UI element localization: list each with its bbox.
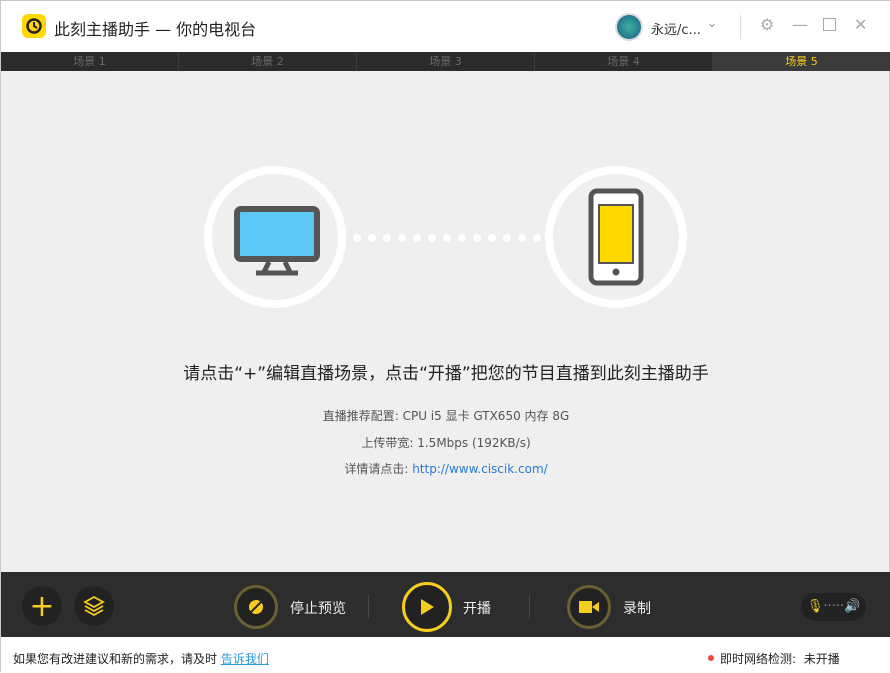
record-button[interactable]	[567, 585, 611, 629]
avatar[interactable]	[615, 13, 643, 41]
scene-tabs: 场景 1 场景 2 场景 3 场景 4 场景 5	[1, 52, 890, 71]
status-dot	[708, 655, 714, 661]
username[interactable]: 永远/c...	[651, 19, 701, 38]
video-camera-icon	[579, 601, 599, 613]
monitor-icon	[234, 206, 320, 276]
connection-dot	[503, 234, 511, 242]
layers-button[interactable]	[74, 586, 114, 626]
connection-dot	[413, 234, 421, 242]
audio-control[interactable]: 🎙·····🔊	[801, 593, 866, 621]
connection-dot	[383, 234, 391, 242]
tab-scene-3[interactable]: 场景 3	[357, 52, 535, 71]
record-label[interactable]: 录制	[623, 598, 651, 618]
minimize-icon[interactable]: —	[792, 15, 808, 34]
eye-off-icon	[249, 600, 263, 614]
add-scene-button[interactable]: +	[22, 586, 62, 626]
divider	[368, 595, 369, 619]
start-live-button[interactable]	[402, 582, 452, 632]
connection-dot	[473, 234, 481, 242]
layers-icon	[83, 595, 105, 617]
chevron-down-icon[interactable]: ⌄	[707, 16, 717, 30]
connection-dot	[368, 234, 376, 242]
divider	[529, 595, 530, 619]
start-live-label[interactable]: 开播	[463, 598, 491, 618]
plus-icon: +	[29, 588, 55, 624]
stop-preview-button[interactable]	[234, 585, 278, 629]
connection-dot	[353, 234, 361, 242]
gear-icon[interactable]: ⚙	[760, 15, 774, 34]
play-icon	[421, 599, 434, 615]
details-link[interactable]: http://www.ciscik.com/	[412, 462, 547, 476]
feedback-text: 如果您有改进建议和新的需求，请及时 告诉我们	[13, 650, 269, 667]
network-status-value: 未开播	[803, 652, 840, 666]
connection-dot	[443, 234, 451, 242]
details-info: 详情请点击: http://www.ciscik.com/	[1, 460, 890, 477]
microphone-icon[interactable]: 🎙	[807, 599, 824, 614]
bandwidth-value: 1.5Mbps (192KB/s)	[417, 436, 531, 450]
bandwidth-label: 上传带宽:	[361, 436, 414, 450]
connection-dot	[518, 234, 526, 242]
config-label: 直播推荐配置:	[322, 409, 399, 423]
divider	[740, 15, 741, 39]
connection-dot	[533, 234, 541, 242]
feedback-prompt: 如果您有改进建议和新的需求，请及时	[13, 652, 218, 666]
close-icon[interactable]: ✕	[854, 15, 867, 34]
stop-preview-label[interactable]: 停止预览	[290, 598, 346, 618]
tab-scene-2[interactable]: 场景 2	[179, 52, 357, 71]
details-label: 详情请点击:	[344, 462, 409, 476]
speaker-icon[interactable]: 🔊	[844, 599, 860, 614]
bandwidth-info: 上传带宽: 1.5Mbps (192KB/s)	[1, 434, 890, 451]
tab-scene-5[interactable]: 场景 5	[713, 52, 890, 71]
status-footer: 如果您有改进建议和新的需求，请及时 告诉我们 即时网络检测: 未开播	[1, 637, 890, 673]
network-status: 即时网络检测: 未开播	[720, 650, 840, 667]
connection-dot	[428, 234, 436, 242]
connection-dot	[488, 234, 496, 242]
feedback-link[interactable]: 告诉我们	[221, 652, 269, 666]
monitor-illustration	[204, 166, 346, 308]
title-bar: 此刻主播助手 — 你的电视台 永远/c... ⌄ ⚙ — ✕	[1, 1, 890, 52]
instruction-headline: 请点击“+”编辑直播场景，点击“开播”把您的节目直播到此刻主播助手	[183, 364, 709, 384]
config-value: CPU i5 显卡 GTX650 内存 8G	[402, 409, 570, 423]
phone-icon	[588, 188, 644, 286]
tab-scene-4[interactable]: 场景 4	[535, 52, 713, 71]
tab-scene-1[interactable]: 场景 1	[1, 52, 179, 71]
connection-dot	[458, 234, 466, 242]
phone-illustration	[545, 166, 687, 308]
connection-dot	[398, 234, 406, 242]
logo-icon	[22, 14, 46, 38]
config-info: 直播推荐配置: CPU i5 显卡 GTX650 内存 8G	[1, 407, 890, 424]
maximize-icon[interactable]	[823, 18, 836, 31]
app-title: 此刻主播助手 — 你的电视台	[54, 20, 257, 39]
network-label: 即时网络检测:	[720, 652, 797, 666]
